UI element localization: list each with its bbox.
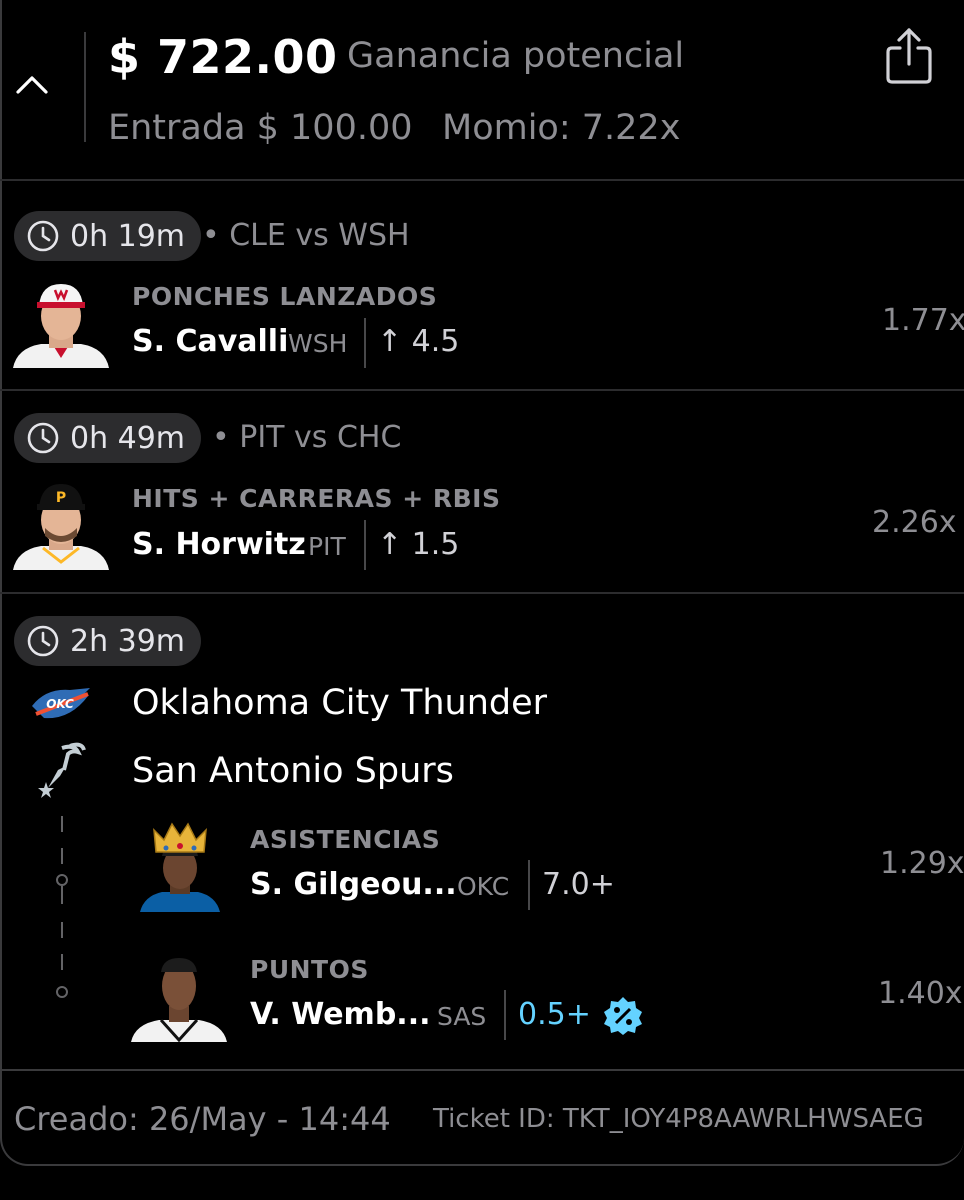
header-divider (84, 32, 86, 142)
time-remaining: 0h 49m (70, 420, 186, 456)
divider (0, 179, 964, 181)
divider (0, 1069, 964, 1071)
potential-payout: $ 722.00 (108, 30, 338, 84)
time-remaining: 0h 19m (70, 218, 186, 254)
ticket-id: Ticket ID: TKT_IOY4P8AAWRLHWSAEG (433, 1104, 924, 1134)
percent-badge-icon[interactable] (603, 996, 643, 1036)
svg-text:P: P (56, 490, 66, 506)
separator (364, 520, 366, 570)
spurs-logo (38, 742, 86, 798)
created-date: Creado: 26/May - 14:44 (14, 1100, 391, 1138)
svg-text:OKC: OKC (46, 697, 74, 711)
team-name: San Antonio Spurs (132, 751, 454, 791)
divider (0, 592, 964, 594)
stat-type: PONCHES LANZADOS (132, 282, 438, 311)
divider (0, 389, 964, 391)
player-team: SAS (437, 1002, 487, 1031)
connector-line (56, 816, 68, 998)
player-name: S. Gilgeou... (250, 867, 457, 902)
matchup: • PIT vs CHC (212, 420, 402, 455)
time-pill: 0h 49m (14, 413, 202, 463)
thunder-logo: OKC (32, 688, 90, 719)
leg-multiplier: 1.40x (878, 976, 963, 1011)
team-name: Oklahoma City Thunder (132, 683, 548, 723)
prop-line: ↑ 4.5 (377, 324, 460, 359)
clock-icon (27, 422, 59, 454)
time-remaining: 2h 39m (70, 623, 186, 659)
time-pill: 2h 39m (14, 616, 202, 666)
leg-multiplier: 1.29x (880, 846, 964, 881)
player-name: S. Cavalli (132, 324, 289, 359)
prop-line: 7.0+ (542, 867, 615, 902)
player-team: OKC (457, 872, 510, 901)
prop-line: ↑ 1.5 (377, 527, 460, 562)
leg-multiplier: 2.26x (872, 505, 957, 540)
chevron-up-icon[interactable] (14, 70, 50, 100)
player-avatar (13, 284, 109, 368)
total-odds: Momio: 7.22x (442, 108, 681, 148)
separator (504, 990, 506, 1040)
prop-line: 0.5+ (518, 997, 591, 1032)
entry-amount: Entrada $ 100.00 (108, 108, 413, 148)
stat-type: HITS + CARRERAS + RBIS (132, 484, 501, 513)
player-avatar: P (13, 484, 109, 570)
share-icon[interactable] (880, 26, 938, 86)
payout-label: Ganancia potencial (347, 36, 685, 76)
stat-type: ASISTENCIAS (250, 825, 441, 854)
player-name: S. Horwitz (132, 527, 306, 562)
player-team: PIT (308, 532, 346, 561)
leg-multiplier: 1.77x (882, 303, 964, 338)
time-pill: 0h 19m (14, 211, 202, 261)
separator (364, 318, 366, 368)
matchup: • CLE vs WSH (202, 218, 410, 253)
player-avatar (140, 822, 220, 912)
clock-icon (27, 220, 59, 252)
crown-icon (153, 822, 207, 853)
player-team: WSH (288, 329, 348, 358)
stat-type: PUNTOS (250, 955, 369, 984)
player-avatar (131, 958, 227, 1042)
clock-icon (27, 625, 59, 657)
separator (528, 860, 530, 910)
player-name: V. Wemb... (250, 997, 431, 1032)
